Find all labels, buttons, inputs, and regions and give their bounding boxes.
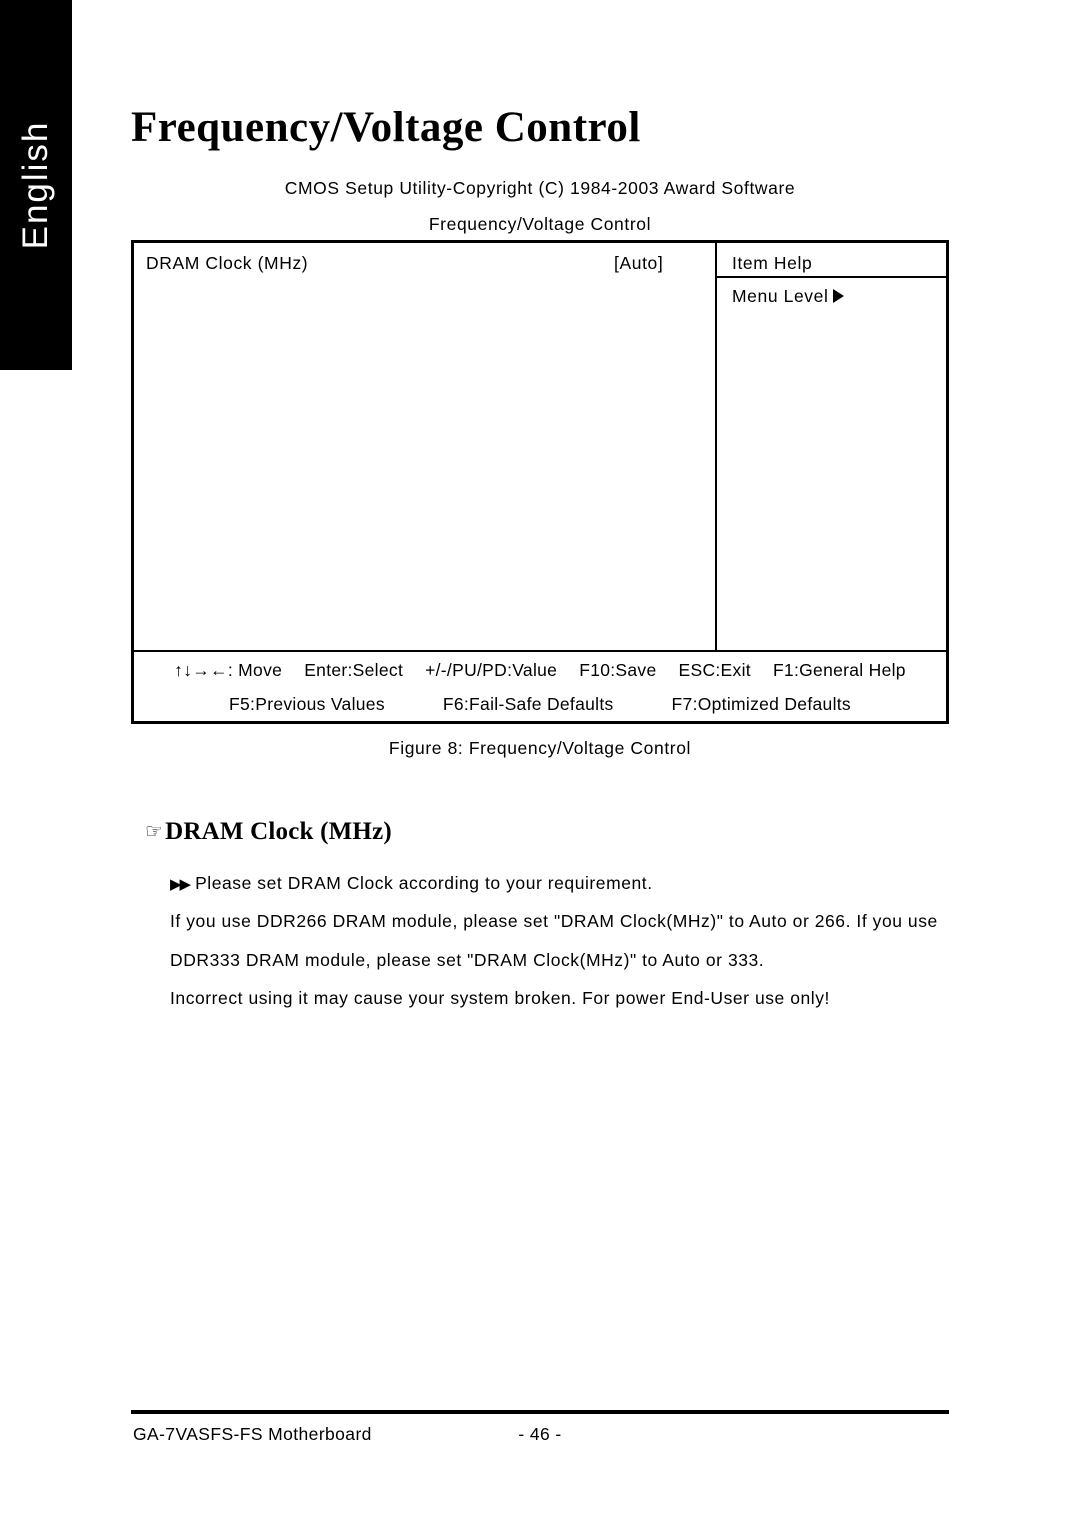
body-paragraph-text: Please set DRAM Clock according to your … bbox=[195, 873, 653, 893]
language-tab: English bbox=[0, 0, 72, 370]
body-paragraph: Incorrect using it may cause your system… bbox=[170, 988, 830, 1008]
table-row[interactable]: DRAM Clock (MHz) [Auto] bbox=[146, 253, 715, 279]
triangle-right-icon bbox=[833, 289, 845, 303]
bios-screen-name: Frequency/Voltage Control bbox=[428, 214, 652, 234]
page-title: Frequency/Voltage Control bbox=[131, 104, 641, 151]
key-hints-line-1: ↑↓→←: Move Enter:Select +/-/PU/PD:Value F10… bbox=[134, 660, 946, 681]
dram-clock-label: DRAM Clock (MHz) bbox=[146, 253, 309, 273]
item-help-title: Item Help bbox=[732, 253, 813, 273]
bios-settings-pane: DRAM Clock (MHz) [Auto] bbox=[134, 243, 715, 650]
bios-copyright-line: CMOS Setup Utility-Copyright (C) 1984-20… bbox=[284, 178, 796, 198]
body-paragraph: If you use DDR266 DRAM module, please se… bbox=[170, 911, 938, 931]
key-hint-f10-save: F10:Save bbox=[579, 660, 657, 680]
pointing-hand-icon: ☞ bbox=[145, 819, 164, 843]
key-hint-enter-select: Enter:Select bbox=[304, 660, 404, 680]
key-hint-f7-optimized-defaults: F7:Optimized Defaults bbox=[671, 694, 851, 714]
item-help-pane: Item Help Menu Level bbox=[715, 243, 946, 650]
body-paragraph: DDR333 DRAM module, please set "DRAM Clo… bbox=[170, 950, 765, 970]
dram-clock-value[interactable]: [Auto] bbox=[614, 253, 663, 274]
key-hint-f5-previous-values: F5:Previous Values bbox=[229, 694, 385, 714]
footer-divider bbox=[131, 1410, 949, 1414]
body-paragraph-bulleted: ▶▶ Please set DRAM Clock according to you… bbox=[170, 873, 653, 894]
key-hint-esc-exit: ESC:Exit bbox=[678, 660, 751, 680]
menu-level-label: Menu Level bbox=[732, 286, 829, 306]
section-heading: ☞DRAM Clock (MHz) bbox=[145, 818, 392, 846]
language-tab-label: English bbox=[16, 120, 55, 250]
figure-caption: Figure 8: Frequency/Voltage Control bbox=[388, 738, 692, 758]
item-help-divider bbox=[717, 276, 946, 278]
section-heading-label: DRAM Clock (MHz) bbox=[165, 818, 392, 845]
bios-setup-screen: DRAM Clock (MHz) [Auto] Item Help Menu L… bbox=[131, 240, 949, 724]
key-hint-value: +/-/PU/PD:Value bbox=[425, 660, 558, 680]
menu-level-row: Menu Level bbox=[732, 286, 845, 307]
key-hint-f6-fail-safe-defaults: F6:Fail-Safe Defaults bbox=[442, 694, 614, 714]
key-hints-line-2: F5:Previous Values F6:Fail-Safe Defaults F… bbox=[134, 694, 946, 715]
double-arrow-bullet-icon: ▶▶ bbox=[170, 875, 191, 893]
footer-page-number: - 46 - bbox=[518, 1424, 562, 1444]
bios-key-hints: ↑↓→←: Move Enter:Select +/-/PU/PD:Value F10… bbox=[134, 650, 946, 721]
key-hint-move: ↑↓→←: Move bbox=[174, 660, 283, 680]
key-hint-f1-general-help: F1:General Help bbox=[772, 660, 906, 680]
